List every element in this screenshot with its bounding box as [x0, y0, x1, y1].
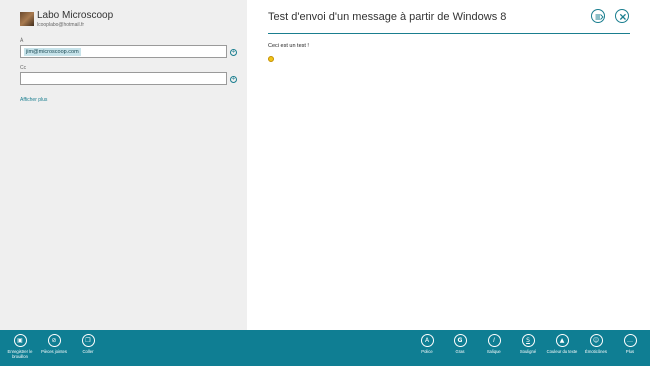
app-bar: ▣ Enregistrer le brouillon ⊘ Pièces join… [0, 330, 650, 366]
show-more-link[interactable]: Afficher plus [20, 97, 47, 103]
plus-icon: + [231, 49, 236, 55]
cc-field[interactable] [20, 72, 227, 85]
paste-label: Coller [82, 349, 94, 354]
paste-icon: ❐ [81, 334, 95, 347]
compose-left-pane: Labo Microscoop lcooplabo@hotmail.fr À j… [0, 0, 247, 330]
to-label: À [20, 38, 24, 44]
account-name: Labo Microscoop [37, 10, 114, 21]
more-button[interactable]: … Plus [610, 334, 650, 354]
subject-field[interactable]: Test d'envoi d'un message à partir de Wi… [268, 11, 506, 23]
recipient-chip[interactable]: jim@microscoop.com [24, 48, 81, 56]
italic-icon: I [487, 334, 501, 347]
discard-button[interactable] [615, 9, 629, 23]
close-icon [619, 13, 626, 20]
add-cc-contact-button[interactable]: + [230, 76, 237, 83]
subject-divider [268, 33, 630, 34]
message-body-text[interactable]: Ceci est un test ! [268, 43, 309, 49]
font-icon: A [420, 334, 434, 347]
paste-button[interactable]: ❐ Coller [68, 334, 108, 354]
send-icon [595, 14, 604, 20]
emoticons-icon: ☺ [589, 334, 603, 347]
cc-label: Cc [20, 65, 27, 71]
smiley-emoji [268, 56, 274, 62]
save-icon: ▣ [13, 334, 27, 347]
bold-icon: G [453, 334, 467, 347]
text-color-icon: ▲ [555, 334, 569, 347]
attachment-icon: ⊘ [47, 334, 61, 347]
more-icon: … [623, 334, 637, 347]
plus-icon: + [231, 76, 236, 82]
send-button[interactable] [591, 9, 605, 23]
more-label: Plus [625, 349, 635, 354]
account-avatar [20, 12, 34, 26]
underline-icon: S [521, 334, 535, 347]
to-field[interactable]: jim@microscoop.com [20, 45, 227, 58]
add-to-contact-button[interactable]: + [230, 49, 237, 56]
account-email: lcooplabo@hotmail.fr [37, 22, 85, 28]
